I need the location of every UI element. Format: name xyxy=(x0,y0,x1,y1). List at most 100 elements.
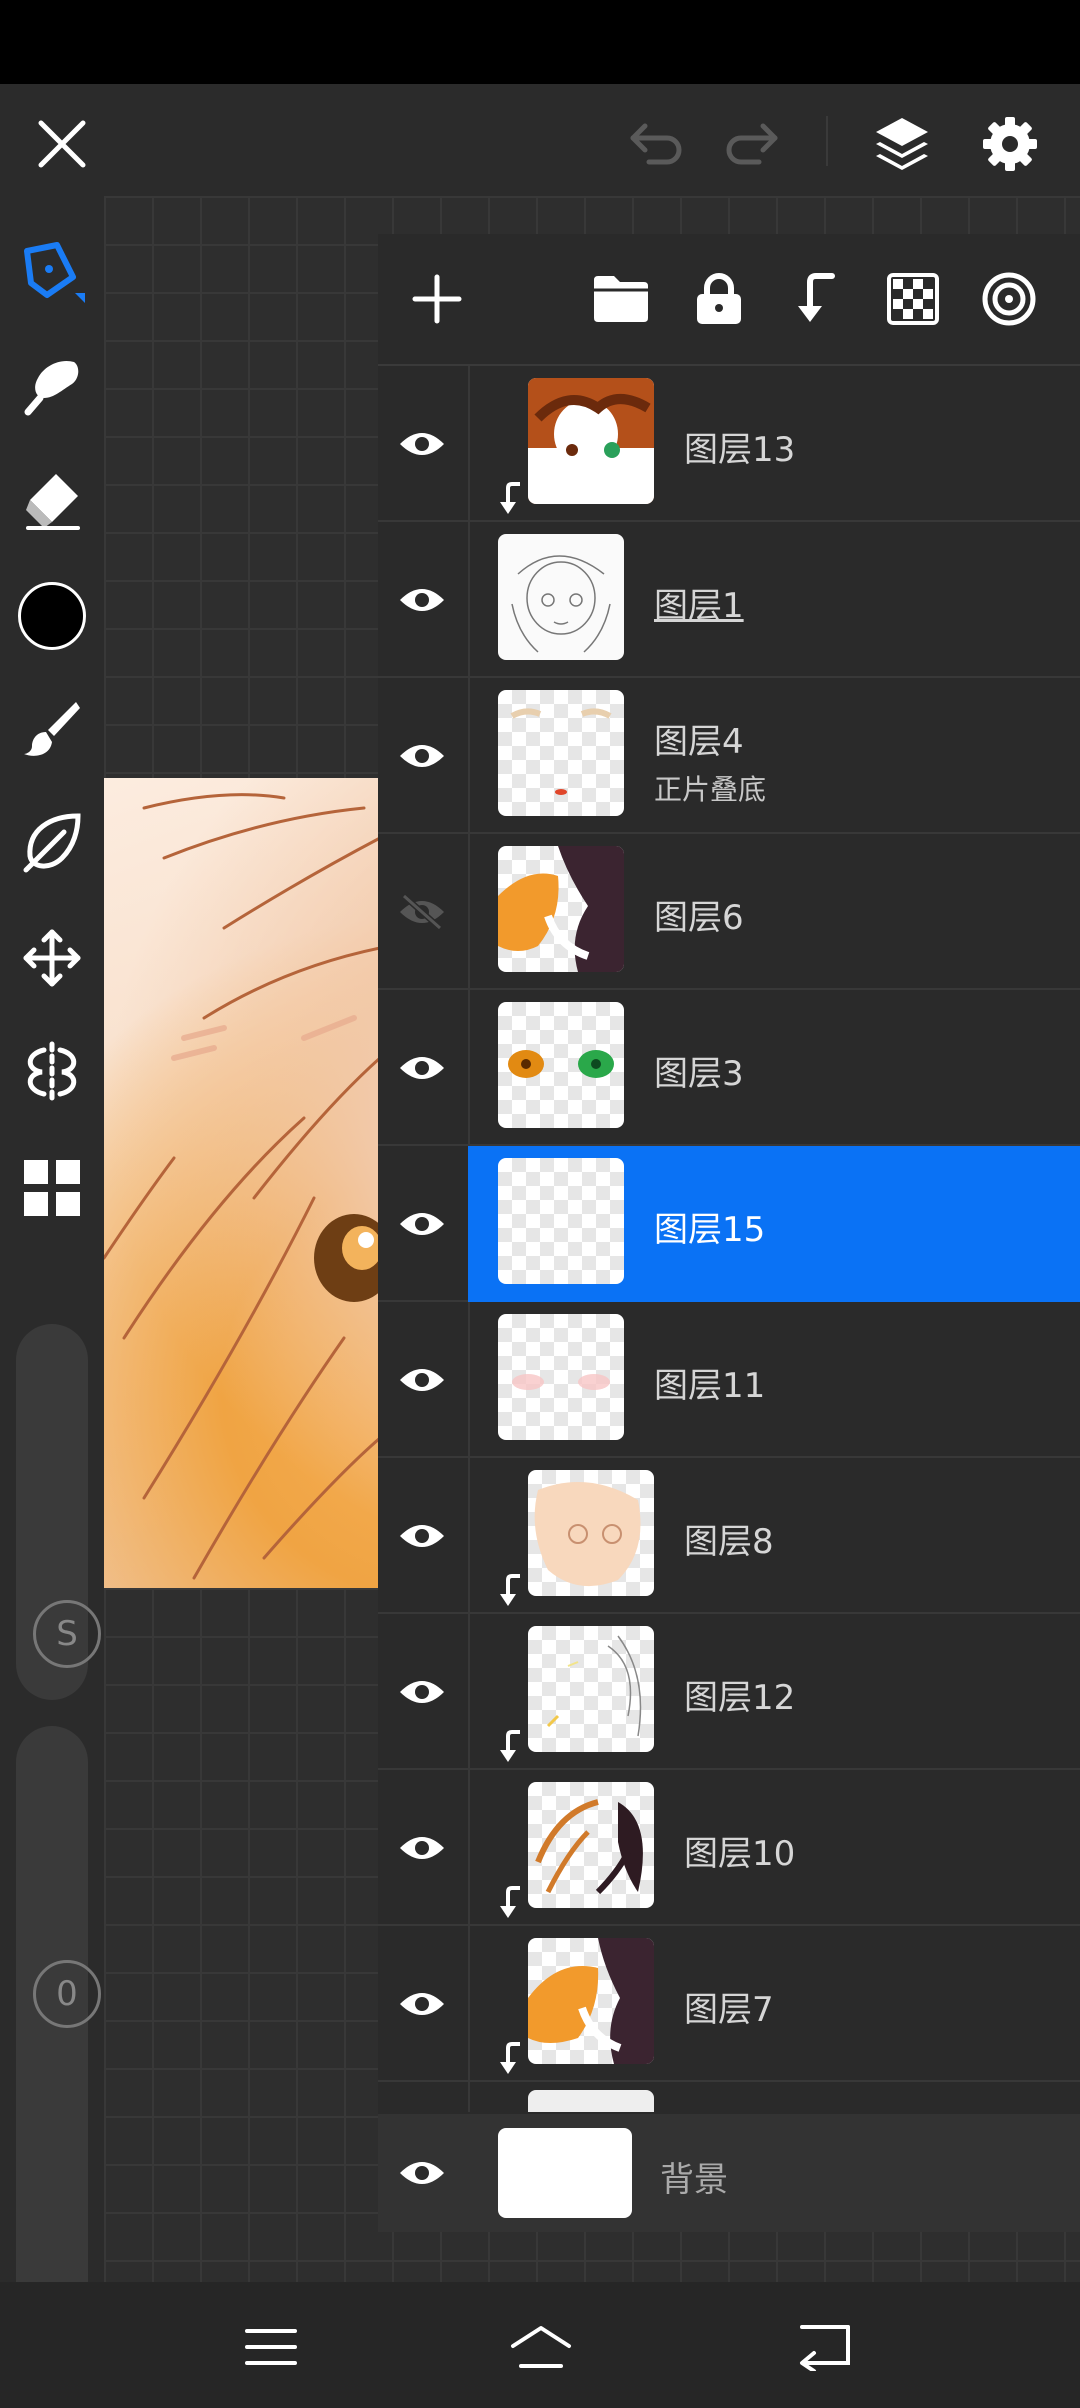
row-separator xyxy=(468,2082,470,2112)
eye-icon xyxy=(400,1993,444,2015)
move-icon xyxy=(23,929,81,987)
status-bar xyxy=(0,0,1080,84)
eye-icon xyxy=(400,433,444,455)
transparency-lock-button[interactable] xyxy=(878,264,948,334)
layer-row[interactable]: 图层6 xyxy=(378,834,1080,990)
layer-row[interactable]: 图层10 xyxy=(378,1770,1080,1926)
visibility-toggle[interactable] xyxy=(378,1770,466,1926)
pen-tool[interactable] xyxy=(16,236,88,308)
eye-icon xyxy=(400,1057,444,1079)
layer-row-selected[interactable]: 图层15 xyxy=(378,1146,1080,1302)
brush-icon xyxy=(24,702,80,756)
opacity-slider[interactable]: 0 xyxy=(16,1726,101,2334)
layer-thumbnail xyxy=(498,1002,624,1128)
visibility-toggle[interactable] xyxy=(378,522,466,678)
new-folder-button[interactable] xyxy=(586,264,656,334)
layer-row[interactable]: 图层8 xyxy=(378,1458,1080,1614)
layer-thumbnail xyxy=(528,2090,654,2112)
layer-name: 图层8 xyxy=(684,1522,774,1562)
visibility-toggle[interactable] xyxy=(378,834,466,990)
layer-thumbnail xyxy=(528,1470,654,1596)
layer-thumbnail xyxy=(528,1938,654,2064)
visibility-toggle[interactable] xyxy=(378,1614,466,1770)
layers-icon xyxy=(876,118,928,170)
top-bar xyxy=(0,84,1080,196)
layer-name: 图层7 xyxy=(684,1990,774,2030)
background-layer-row[interactable]: 背景 xyxy=(378,2114,1080,2232)
visibility-toggle[interactable] xyxy=(378,1302,466,1458)
bottom-nav xyxy=(0,2282,1080,2408)
toolbar-divider xyxy=(826,116,828,166)
layer-thumbnail xyxy=(528,1626,654,1752)
color-swatch[interactable] xyxy=(16,580,88,652)
layer-row[interactable]: 图层11 xyxy=(378,1302,1080,1458)
back-button[interactable] xyxy=(790,2312,860,2382)
current-color xyxy=(18,582,86,650)
leaf-tool[interactable] xyxy=(16,806,88,878)
visibility-toggle[interactable] xyxy=(378,678,466,834)
eraser-tool[interactable] xyxy=(16,464,88,536)
visibility-toggle[interactable] xyxy=(378,366,466,522)
redo-button[interactable] xyxy=(720,112,784,176)
gallery-tool[interactable] xyxy=(16,1152,88,1224)
reference-layer-button[interactable] xyxy=(974,264,1044,334)
home-button[interactable] xyxy=(506,2312,576,2382)
lock-layer-button[interactable] xyxy=(684,264,754,334)
row-separator xyxy=(468,1614,470,1770)
symmetry-tool[interactable] xyxy=(16,1036,88,1108)
layer-thumbnail xyxy=(498,690,624,816)
layer-row[interactable]: 图层1 xyxy=(378,522,1080,678)
brush-tool[interactable] xyxy=(16,692,88,764)
clipping-mask-button[interactable] xyxy=(780,264,850,334)
undo-button[interactable] xyxy=(624,112,688,176)
visibility-toggle[interactable] xyxy=(378,1458,466,1614)
layer-row[interactable]: 图层12 xyxy=(378,1614,1080,1770)
layer-row[interactable]: 图层7 xyxy=(378,1926,1080,2082)
settings-button[interactable] xyxy=(978,112,1042,176)
layer-thumbnail xyxy=(528,1782,654,1908)
left-toolbar: S 0 xyxy=(0,196,104,2334)
transparency-icon xyxy=(887,273,939,325)
blend-mode-label: 正片叠底 xyxy=(654,773,767,806)
layer-thumbnail xyxy=(498,1314,624,1440)
add-layer-button[interactable] xyxy=(402,264,472,334)
layer-row[interactable]: 图层4 正片叠底 xyxy=(378,678,1080,834)
eye-icon xyxy=(400,1681,444,1703)
move-tool[interactable] xyxy=(16,922,88,994)
close-button[interactable] xyxy=(30,112,94,176)
visibility-toggle[interactable] xyxy=(378,990,466,1146)
symmetry-icon xyxy=(27,1041,77,1103)
eye-icon xyxy=(400,2162,444,2184)
row-separator xyxy=(468,366,470,522)
smudge-tool[interactable] xyxy=(16,350,88,422)
clip-arrow-icon xyxy=(500,1886,520,1918)
eye-icon xyxy=(400,745,444,767)
layer-name: 背景 xyxy=(660,2160,728,2200)
eraser-icon xyxy=(26,474,80,530)
visibility-toggle[interactable] xyxy=(378,1146,466,1302)
visibility-toggle[interactable] xyxy=(378,2114,466,2232)
artwork-strokes xyxy=(104,793,380,1580)
eye-hidden-icon xyxy=(400,894,444,930)
layer-name: 图层1 xyxy=(654,586,744,626)
row-separator xyxy=(468,834,470,990)
background-color-thumbnail[interactable] xyxy=(498,2128,632,2218)
grid-icon xyxy=(24,1160,80,1216)
layer-row[interactable]: 图层13 xyxy=(378,366,1080,522)
eye-icon xyxy=(400,1213,444,1235)
layers-button[interactable] xyxy=(870,112,934,176)
clip-arrow-icon xyxy=(500,1730,520,1762)
visibility-toggle[interactable] xyxy=(378,1926,466,2082)
layer-row-partial xyxy=(378,2082,1080,2112)
folder-icon xyxy=(594,276,648,322)
close-icon xyxy=(38,120,86,168)
target-icon xyxy=(982,272,1036,326)
clip-arrow-icon xyxy=(500,2042,520,2074)
row-separator xyxy=(468,678,470,834)
row-separator xyxy=(468,1926,470,2082)
layer-row[interactable]: 图层3 xyxy=(378,990,1080,1146)
menu-button[interactable] xyxy=(236,2312,306,2382)
eye-icon xyxy=(400,589,444,611)
layer-name: 图层13 xyxy=(684,430,796,470)
brush-size-slider[interactable]: S xyxy=(16,1324,101,1700)
